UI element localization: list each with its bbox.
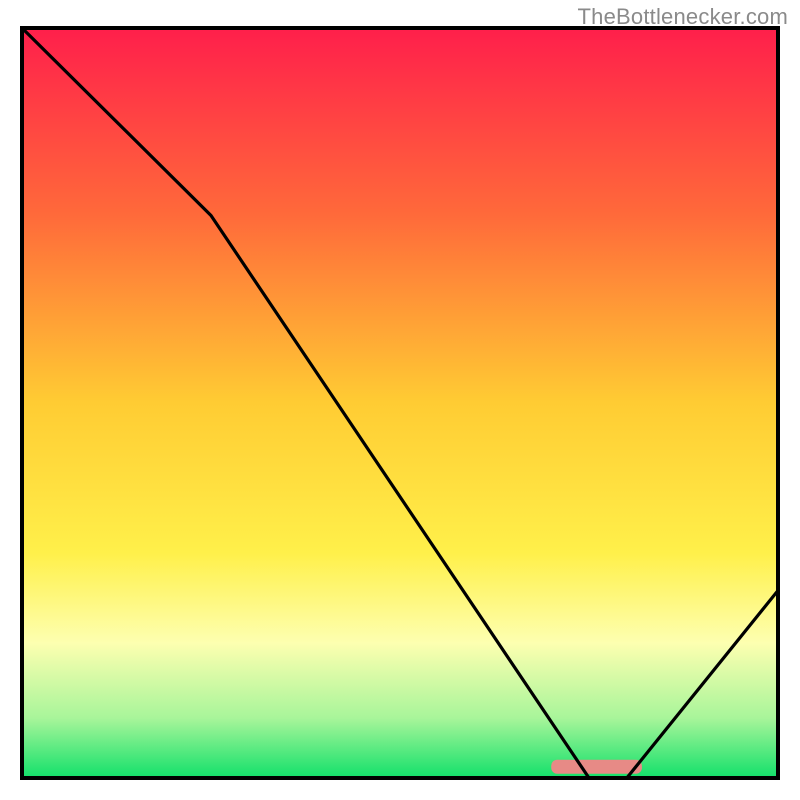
plot-area: [22, 28, 778, 778]
bottleneck-chart: [0, 0, 800, 800]
optimal-range-marker: [551, 760, 642, 774]
chart-container: TheBottlenecker.com: [0, 0, 800, 800]
